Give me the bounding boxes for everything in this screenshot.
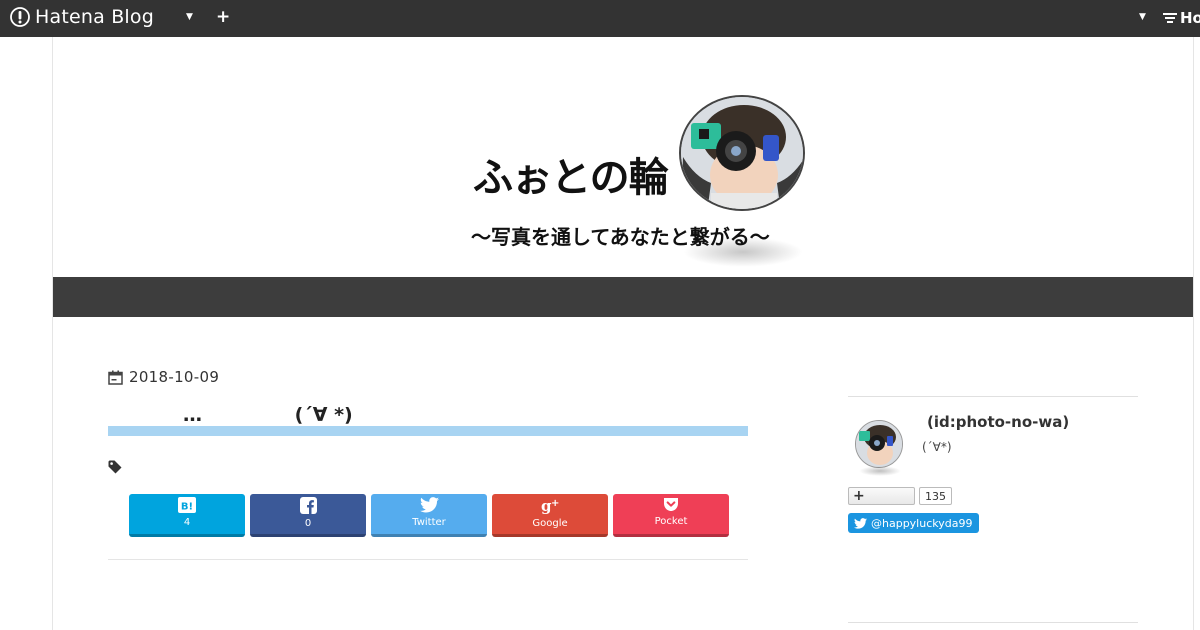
hatena-user-menu[interactable]: Ho [1163,9,1200,27]
twitter-share-label: Twitter [412,517,446,528]
avatar-shadow [859,466,901,476]
user-menu-label: Ho [1180,9,1200,27]
entry-date-text: 2018-10-09 [129,368,220,386]
blog-title: ふぉとの輪 [473,155,669,201]
hatena-blog-logo[interactable]: Hatena Blog [10,6,154,28]
profile-description: (´∀*) [922,440,952,454]
reader-follow-widget: + 135 [848,487,952,505]
entry-title[interactable]: … (´∀ *) [183,404,353,426]
twitter-icon [854,517,867,529]
entry-date[interactable]: 2018-10-09 [108,368,219,386]
hatena-logo-icon [10,7,30,27]
twitter-icon [419,497,439,513]
new-post-plus-icon[interactable]: + [216,7,230,27]
pocket-share-button[interactable]: Pocket [613,494,729,537]
blog-tagline: 〜写真を通してあなたと繋がる〜 [471,225,770,249]
twitter-handle: @happyluckyda99 [871,516,973,530]
follow-button[interactable]: + [848,487,915,505]
hatena-bookmark-share-button[interactable]: B! 4 [129,494,245,537]
profile-id-link[interactable]: (id:photo-no-wa) [927,413,1069,431]
share-buttons: B! 4 0 Twitter g + Google Pocket [129,494,729,537]
facebook-share-button[interactable]: 0 [250,494,366,537]
brand-name: Hatena Blog [35,6,154,28]
blog-header[interactable]: ふぉとの輪 〜写真を通してあなたと繋がる〜 [53,37,1193,277]
facebook-share-count: 0 [304,518,312,529]
plus-icon: + [853,488,865,504]
hatena-bookmark-icon: B! [178,497,196,513]
google-plus-icon: g + [541,497,559,514]
tag-icon [108,459,122,478]
top-navigation-bar: Hatena Blog ▼ + ▼ Ho [0,0,1200,37]
article-divider [108,559,748,560]
calendar-icon [108,370,123,385]
svg-text:B!: B! [181,502,193,513]
hatena-mark-icon [1163,13,1177,23]
sidebar-divider-top [848,396,1138,397]
facebook-icon [299,497,317,514]
profile-avatar-link[interactable] [855,420,905,478]
blog-menu-dropdown[interactable]: ▼ [186,12,193,22]
avatar [855,420,903,468]
twitter-follow-button[interactable]: @happyluckyda99 [848,513,980,533]
follower-count[interactable]: 135 [919,487,952,505]
header-photo [679,95,805,211]
svg-text:+: + [551,498,559,509]
user-menu-dropdown[interactable]: ▼ [1139,12,1146,22]
twitter-share-button[interactable]: Twitter [371,494,487,537]
global-nav-bar [53,277,1193,317]
google-plus-share-label: Google [532,518,568,529]
sidebar-divider-bottom [848,622,1138,623]
hatena-bookmark-count: 4 [183,517,191,528]
pocket-share-label: Pocket [654,516,688,527]
entry-title-highlight [108,426,748,436]
google-plus-share-button[interactable]: g + Google [492,494,608,537]
pocket-icon [664,498,678,511]
